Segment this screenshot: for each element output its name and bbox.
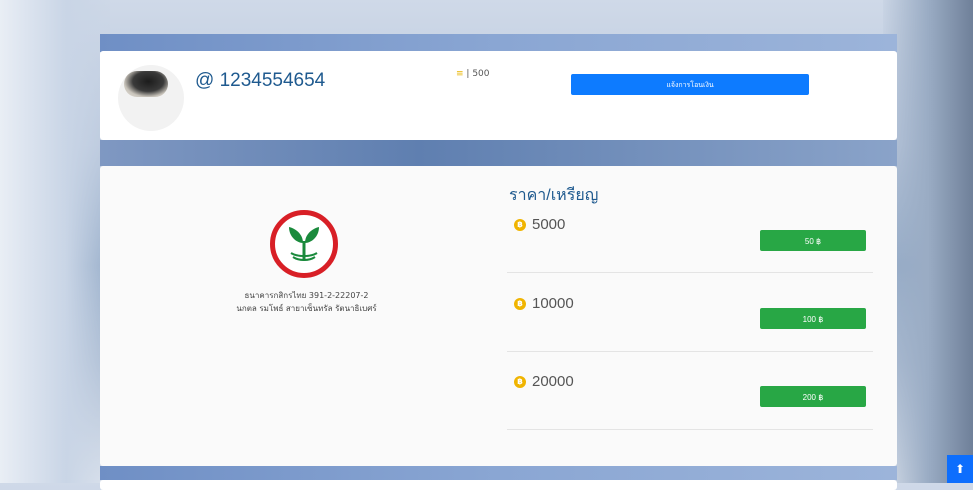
buy-button-200[interactable]: 200 ฿: [760, 386, 866, 407]
avatar[interactable]: [118, 65, 184, 131]
avatar-photo: [124, 71, 168, 97]
coin-amount: 5000: [532, 216, 566, 233]
price-row: ฿ 5000 50 ฿: [507, 194, 873, 273]
coin-stack-icon: ≡: [456, 69, 464, 79]
price-row: ฿ 20000 200 ฿: [507, 351, 873, 430]
coin-icon: ฿: [514, 376, 526, 388]
arrow-up-icon: ⬆: [954, 462, 966, 476]
pricing-card: ธนาคารกสิกรไทย 391-2-22207-2 นกตล รมโพธ์…: [100, 166, 897, 466]
notify-transfer-button[interactable]: แจ้งการโอนเงิน: [571, 74, 809, 95]
mid-band: [100, 140, 897, 166]
bank-account-name: นกตล รมโพธ์ สายาเซ็นทรัล รัตนาธิเบศร์: [236, 304, 377, 313]
bank-account-line: ธนาคารกสิกรไทย 391-2-22207-2: [244, 291, 369, 300]
scroll-to-top-button[interactable]: ⬆: [947, 455, 973, 483]
header-band: [100, 34, 897, 52]
kasikorn-logo: [270, 210, 338, 278]
coin-amount: 20000: [532, 373, 574, 390]
coin-icon: ฿: [514, 298, 526, 310]
bank-leaf-icon: [289, 227, 319, 261]
profile-card: @ 1234554654 ≡ | 500 แจ้งการโอนเงิน: [100, 51, 897, 140]
background-left: [0, 0, 110, 483]
buy-button-100[interactable]: 100 ฿: [760, 308, 866, 329]
coin-balance: ≡ | 500: [456, 69, 490, 79]
buy-button-50[interactable]: 50 ฿: [760, 230, 866, 251]
footer-band: [100, 466, 897, 480]
price-row: ฿ 10000 100 ฿: [507, 273, 873, 352]
coin-icon: ฿: [514, 219, 526, 231]
coin-balance-value: | 500: [466, 69, 490, 79]
coin-amount: 10000: [532, 295, 574, 312]
username: @ 1234554654: [195, 70, 326, 91]
bottom-card: [100, 480, 897, 490]
